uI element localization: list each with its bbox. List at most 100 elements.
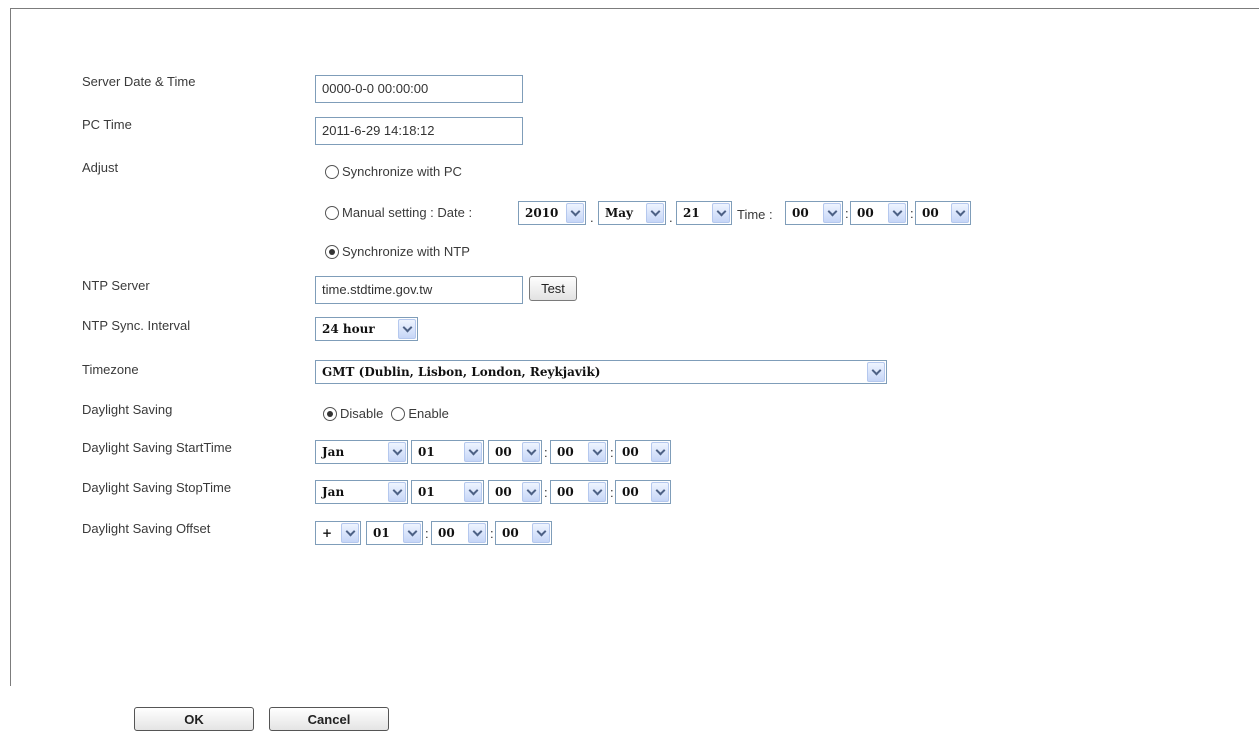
label-pc-time: PC Time — [82, 117, 132, 132]
time-separator: : — [845, 206, 849, 221]
label-adjust: Adjust — [82, 160, 119, 175]
sync-ntp-radio[interactable] — [325, 244, 339, 259]
manual-minute-select[interactable]: 00 — [850, 201, 908, 225]
ds-start-month-select[interactable]: Jan — [315, 440, 408, 464]
chevron-down-icon[interactable] — [712, 203, 730, 223]
chevron-down-icon[interactable] — [388, 482, 406, 502]
manual-second-value: 00 — [922, 206, 939, 220]
sync-ntp-option[interactable]: Synchronize with NTP — [325, 244, 470, 259]
ok-button[interactable]: OK — [134, 707, 254, 731]
chevron-down-icon[interactable] — [867, 362, 885, 382]
label-ntp-server: NTP Server — [82, 278, 150, 293]
ds-stop-month-value: Jan — [322, 485, 345, 499]
time-separator: : — [910, 206, 914, 221]
label-server-datetime: Server Date & Time — [82, 74, 196, 89]
ds-offset-sign-value: + — [322, 526, 333, 540]
chevron-down-icon[interactable] — [888, 203, 906, 223]
chevron-down-icon[interactable] — [468, 523, 486, 543]
time-separator: : — [610, 445, 614, 460]
manual-day-select[interactable]: 21 — [676, 201, 732, 225]
chevron-down-icon[interactable] — [532, 523, 550, 543]
manual-hour-value: 00 — [792, 206, 809, 220]
ds-start-day-select[interactable]: 01 — [411, 440, 484, 464]
label-ds-stop: Daylight Saving StopTime — [82, 480, 232, 495]
manual-second-select[interactable]: 00 — [915, 201, 971, 225]
content-frame — [10, 8, 1259, 686]
chevron-down-icon[interactable] — [388, 442, 406, 462]
ds-stop-day-select[interactable]: 01 — [411, 480, 484, 504]
label-ntp-interval: NTP Sync. Interval — [82, 318, 191, 333]
chevron-down-icon[interactable] — [464, 442, 482, 462]
ntp-server-input[interactable]: time.stdtime.gov.tw — [315, 276, 523, 304]
ds-offset-second-select[interactable]: 00 — [495, 521, 552, 545]
label-timezone: Timezone — [82, 362, 139, 377]
time-separator: : — [490, 526, 494, 541]
manual-setting-radio[interactable] — [325, 205, 339, 220]
ds-stop-minute-value: 00 — [557, 485, 574, 499]
label-daylight-saving: Daylight Saving — [82, 402, 173, 417]
daylight-disable-radio[interactable] — [323, 406, 337, 421]
time-label: Time : — [737, 207, 773, 222]
chevron-down-icon[interactable] — [588, 482, 606, 502]
manual-year-value: 2010 — [525, 206, 559, 220]
ds-start-hour-value: 00 — [495, 445, 512, 459]
manual-day-value: 21 — [683, 206, 700, 220]
server-datetime-field[interactable]: 0000-0-0 00:00:00 — [315, 75, 523, 103]
manual-hour-select[interactable]: 00 — [785, 201, 843, 225]
ds-stop-second-select[interactable]: 00 — [615, 480, 671, 504]
ds-start-second-value: 00 — [622, 445, 639, 459]
ds-offset-hour-value: 01 — [373, 526, 390, 540]
sync-pc-radio[interactable] — [325, 164, 339, 179]
sync-pc-label: Synchronize with PC — [342, 164, 462, 179]
time-separator: : — [544, 485, 548, 500]
chevron-down-icon[interactable] — [522, 482, 540, 502]
ds-stop-hour-value: 00 — [495, 485, 512, 499]
daylight-disable-label: Disable — [340, 406, 384, 421]
sync-pc-option[interactable]: Synchronize with PC — [325, 164, 462, 179]
timezone-select[interactable]: GMT (Dublin, Lisbon, London, Reykjavik) — [315, 360, 887, 384]
manual-month-select[interactable]: May — [598, 201, 666, 225]
ds-stop-minute-select[interactable]: 00 — [550, 480, 608, 504]
chevron-down-icon[interactable] — [823, 203, 841, 223]
time-separator: : — [610, 485, 614, 500]
pc-time-field[interactable]: 2011-6-29 14:18:12 — [315, 117, 523, 145]
ntp-interval-select[interactable]: 24 hour — [315, 317, 418, 341]
chevron-down-icon[interactable] — [464, 482, 482, 502]
chevron-down-icon[interactable] — [651, 482, 669, 502]
chevron-down-icon[interactable] — [522, 442, 540, 462]
manual-setting-label: Manual setting : Date : — [342, 205, 473, 220]
chevron-down-icon[interactable] — [588, 442, 606, 462]
chevron-down-icon[interactable] — [951, 203, 969, 223]
ds-start-day-value: 01 — [418, 445, 435, 459]
date-separator: . — [590, 210, 594, 225]
chevron-down-icon[interactable] — [398, 319, 416, 339]
chevron-down-icon[interactable] — [646, 203, 664, 223]
manual-minute-value: 00 — [857, 206, 874, 220]
manual-setting-option[interactable]: Manual setting : Date : — [325, 205, 472, 220]
ds-stop-hour-select[interactable]: 00 — [488, 480, 542, 504]
chevron-down-icon[interactable] — [566, 203, 584, 223]
ds-offset-sign-select[interactable]: + — [315, 521, 361, 545]
ds-stop-day-value: 01 — [418, 485, 435, 499]
daylight-enable-radio[interactable] — [391, 406, 406, 421]
label-ds-offset: Daylight Saving Offset — [82, 521, 211, 536]
ds-start-second-select[interactable]: 00 — [615, 440, 671, 464]
chevron-down-icon[interactable] — [651, 442, 669, 462]
cancel-button[interactable]: Cancel — [269, 707, 389, 731]
time-separator: : — [425, 526, 429, 541]
timezone-value: GMT (Dublin, Lisbon, London, Reykjavik) — [322, 365, 601, 379]
ds-start-hour-select[interactable]: 00 — [488, 440, 542, 464]
chevron-down-icon[interactable] — [403, 523, 421, 543]
ds-offset-hour-select[interactable]: 01 — [366, 521, 423, 545]
chevron-down-icon[interactable] — [341, 523, 359, 543]
ds-start-minute-value: 00 — [557, 445, 574, 459]
ds-offset-minute-select[interactable]: 00 — [431, 521, 488, 545]
manual-month-value: May — [605, 206, 634, 220]
date-separator: . — [669, 210, 673, 225]
manual-year-select[interactable]: 2010 — [518, 201, 586, 225]
test-button[interactable]: Test — [529, 276, 577, 301]
ds-start-minute-select[interactable]: 00 — [550, 440, 608, 464]
ds-offset-second-value: 00 — [502, 526, 519, 540]
sync-ntp-label: Synchronize with NTP — [342, 244, 470, 259]
ds-stop-month-select[interactable]: Jan — [315, 480, 408, 504]
